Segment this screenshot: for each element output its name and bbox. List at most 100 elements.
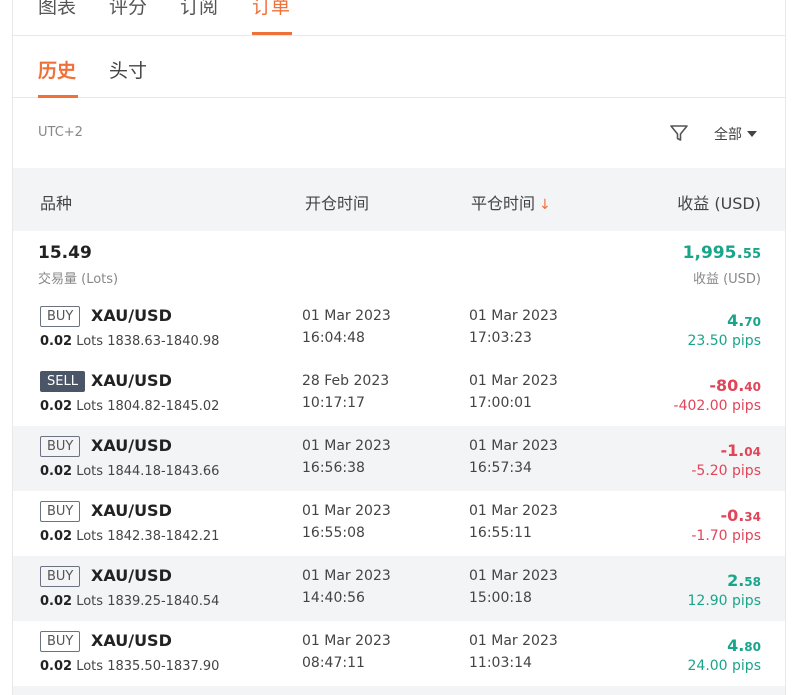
lots-unit: Lots: [76, 594, 104, 609]
profit-pips: 24.00 pips: [687, 658, 762, 674]
table-row[interactable]: SELL XAU/USD 0.02 Lots 1804.82-1845.02 2…: [13, 361, 785, 426]
table-row[interactable]: BUY XAU/USD 0.02 Lots 1842.38-1842.21 01…: [13, 491, 785, 556]
open-date: 01 Mar 2023: [302, 633, 391, 649]
filter-icon[interactable]: [669, 123, 689, 143]
lots-size: 0.02: [40, 594, 73, 609]
lots-size: 0.02: [40, 334, 73, 349]
tab-history[interactable]: 历史: [38, 56, 76, 83]
tab-subscription[interactable]: 订阅: [180, 0, 218, 19]
table-row[interactable]: BUY XAU/USD 0.02 Lots 1838.63-1840.98 01…: [13, 296, 785, 361]
profit-main: -0.: [720, 506, 745, 525]
lots-size: 0.02: [40, 464, 73, 479]
tab-chart[interactable]: 图表: [38, 0, 76, 19]
symbol: XAU/USD: [91, 306, 172, 325]
filter-dropdown[interactable]: 全部: [714, 124, 757, 144]
open-time: 08:47:11: [302, 655, 365, 671]
timezone-label: UTC+2: [38, 125, 83, 140]
profit-main: 2.: [727, 571, 745, 590]
price-range: 1804.82-1845.02: [107, 399, 220, 414]
profit-cents: 34: [744, 510, 761, 524]
chevron-down-icon: [747, 131, 757, 137]
header-open-time[interactable]: 开仓时间: [305, 190, 369, 214]
tab-positions[interactable]: 头寸: [109, 56, 147, 83]
header-close-time[interactable]: 平仓时间 ↓: [471, 190, 551, 214]
close-time: 17:00:01: [469, 395, 532, 411]
profit-main: -1.: [720, 441, 745, 460]
sub-tab-bar: 历史 头寸: [13, 36, 785, 98]
total-profit-main: 1,995.: [682, 243, 743, 263]
close-time: 15:00:18: [469, 590, 532, 606]
table-row[interactable]: [13, 686, 785, 695]
profit-value: -0.34: [720, 506, 761, 525]
profit-pips: 23.50 pips: [687, 333, 762, 349]
close-date: 01 Mar 2023: [469, 438, 558, 454]
lots-unit: Lots: [76, 334, 104, 349]
total-profit: 1,995.55: [683, 243, 761, 263]
symbol: XAU/USD: [91, 371, 172, 390]
profit-main: 4.: [727, 636, 745, 655]
lots-size: 0.02: [40, 399, 73, 414]
lots-info: 0.02 Lots 1838.63-1840.98: [40, 334, 219, 349]
profit-cents: 70: [744, 315, 761, 329]
profit-pips: -1.70 pips: [691, 528, 761, 544]
lots-info: 0.02 Lots 1835.50-1837.90: [40, 659, 219, 674]
header-symbol: 品种: [40, 194, 73, 213]
profit-cents: 58: [744, 575, 761, 589]
side-badge: SELL: [40, 371, 85, 392]
close-time: 11:03:14: [469, 655, 532, 671]
symbol: XAU/USD: [91, 501, 172, 520]
close-date: 01 Mar 2023: [469, 568, 558, 584]
table-header: 品种 开仓时间 平仓时间 ↓ 收益 (USD): [13, 168, 785, 231]
table-row[interactable]: BUY XAU/USD 0.02 Lots 1839.25-1840.54 01…: [13, 556, 785, 621]
profit-cents: 80: [744, 640, 761, 654]
close-date: 01 Mar 2023: [469, 308, 558, 324]
order-list: BUY XAU/USD 0.02 Lots 1838.63-1840.98 01…: [13, 296, 785, 695]
symbol: XAU/USD: [91, 566, 172, 585]
profit-pips: -402.00 pips: [673, 398, 761, 414]
total-volume-label: 交易量 (Lots): [38, 272, 119, 287]
open-date: 01 Mar 2023: [302, 308, 391, 324]
lots-info: 0.02 Lots 1839.25-1840.54: [40, 594, 219, 609]
table-row[interactable]: BUY XAU/USD 0.02 Lots 1835.50-1837.90 01…: [13, 621, 785, 686]
close-date: 01 Mar 2023: [469, 373, 558, 389]
profit-value: 4.70: [727, 311, 761, 330]
profit-pips: 12.90 pips: [687, 593, 762, 609]
side-badge: BUY: [40, 566, 81, 587]
lots-size: 0.02: [40, 529, 73, 544]
header-profit[interactable]: 收益 (USD): [677, 190, 761, 214]
lots-info: 0.02 Lots 1804.82-1845.02: [40, 399, 219, 414]
summary-row: 15.49 交易量 (Lots) 1,995.55 收益 (USD): [13, 231, 785, 296]
open-time: 10:17:17: [302, 395, 365, 411]
side-badge: BUY: [40, 631, 81, 652]
profit-cents: 04: [744, 445, 761, 459]
tab-orders[interactable]: 订单: [252, 0, 290, 19]
close-date: 01 Mar 2023: [469, 503, 558, 519]
open-date: 01 Mar 2023: [302, 438, 391, 454]
total-profit-label: 收益 (USD): [692, 272, 761, 287]
close-time: 16:57:34: [469, 460, 532, 476]
total-profit-cents: 55: [742, 247, 761, 262]
lots-unit: Lots: [76, 529, 104, 544]
profit-main: 4.: [727, 311, 745, 330]
price-range: 1844.18-1843.66: [107, 464, 220, 479]
price-range: 1838.63-1840.98: [107, 334, 220, 349]
open-date: 01 Mar 2023: [302, 568, 391, 584]
symbol: XAU/USD: [91, 631, 172, 650]
profit-cents: 40: [744, 380, 761, 394]
orders-panel: 图表 评分 订阅 订单 历史 头寸 UTC+2 全部 品种 开仓时间 平仓时间 ↓…: [12, 0, 786, 695]
close-time: 17:03:23: [469, 330, 532, 346]
tab-rating[interactable]: 评分: [109, 0, 147, 19]
profit-main: -80.: [709, 376, 745, 395]
top-tab-bar: 图表 评分 订阅 订单: [13, 0, 785, 36]
open-date: 01 Mar 2023: [302, 503, 391, 519]
filter-dropdown-value: 全部: [714, 127, 742, 143]
table-row[interactable]: BUY XAU/USD 0.02 Lots 1844.18-1843.66 01…: [13, 426, 785, 491]
profit-value: 2.58: [727, 571, 761, 590]
open-date: 28 Feb 2023: [302, 373, 390, 389]
open-time: 14:40:56: [302, 590, 365, 606]
lots-unit: Lots: [76, 399, 104, 414]
open-time: 16:04:48: [302, 330, 365, 346]
profit-value: 4.80: [727, 636, 761, 655]
lots-unit: Lots: [76, 659, 104, 674]
side-badge: BUY: [40, 306, 81, 327]
